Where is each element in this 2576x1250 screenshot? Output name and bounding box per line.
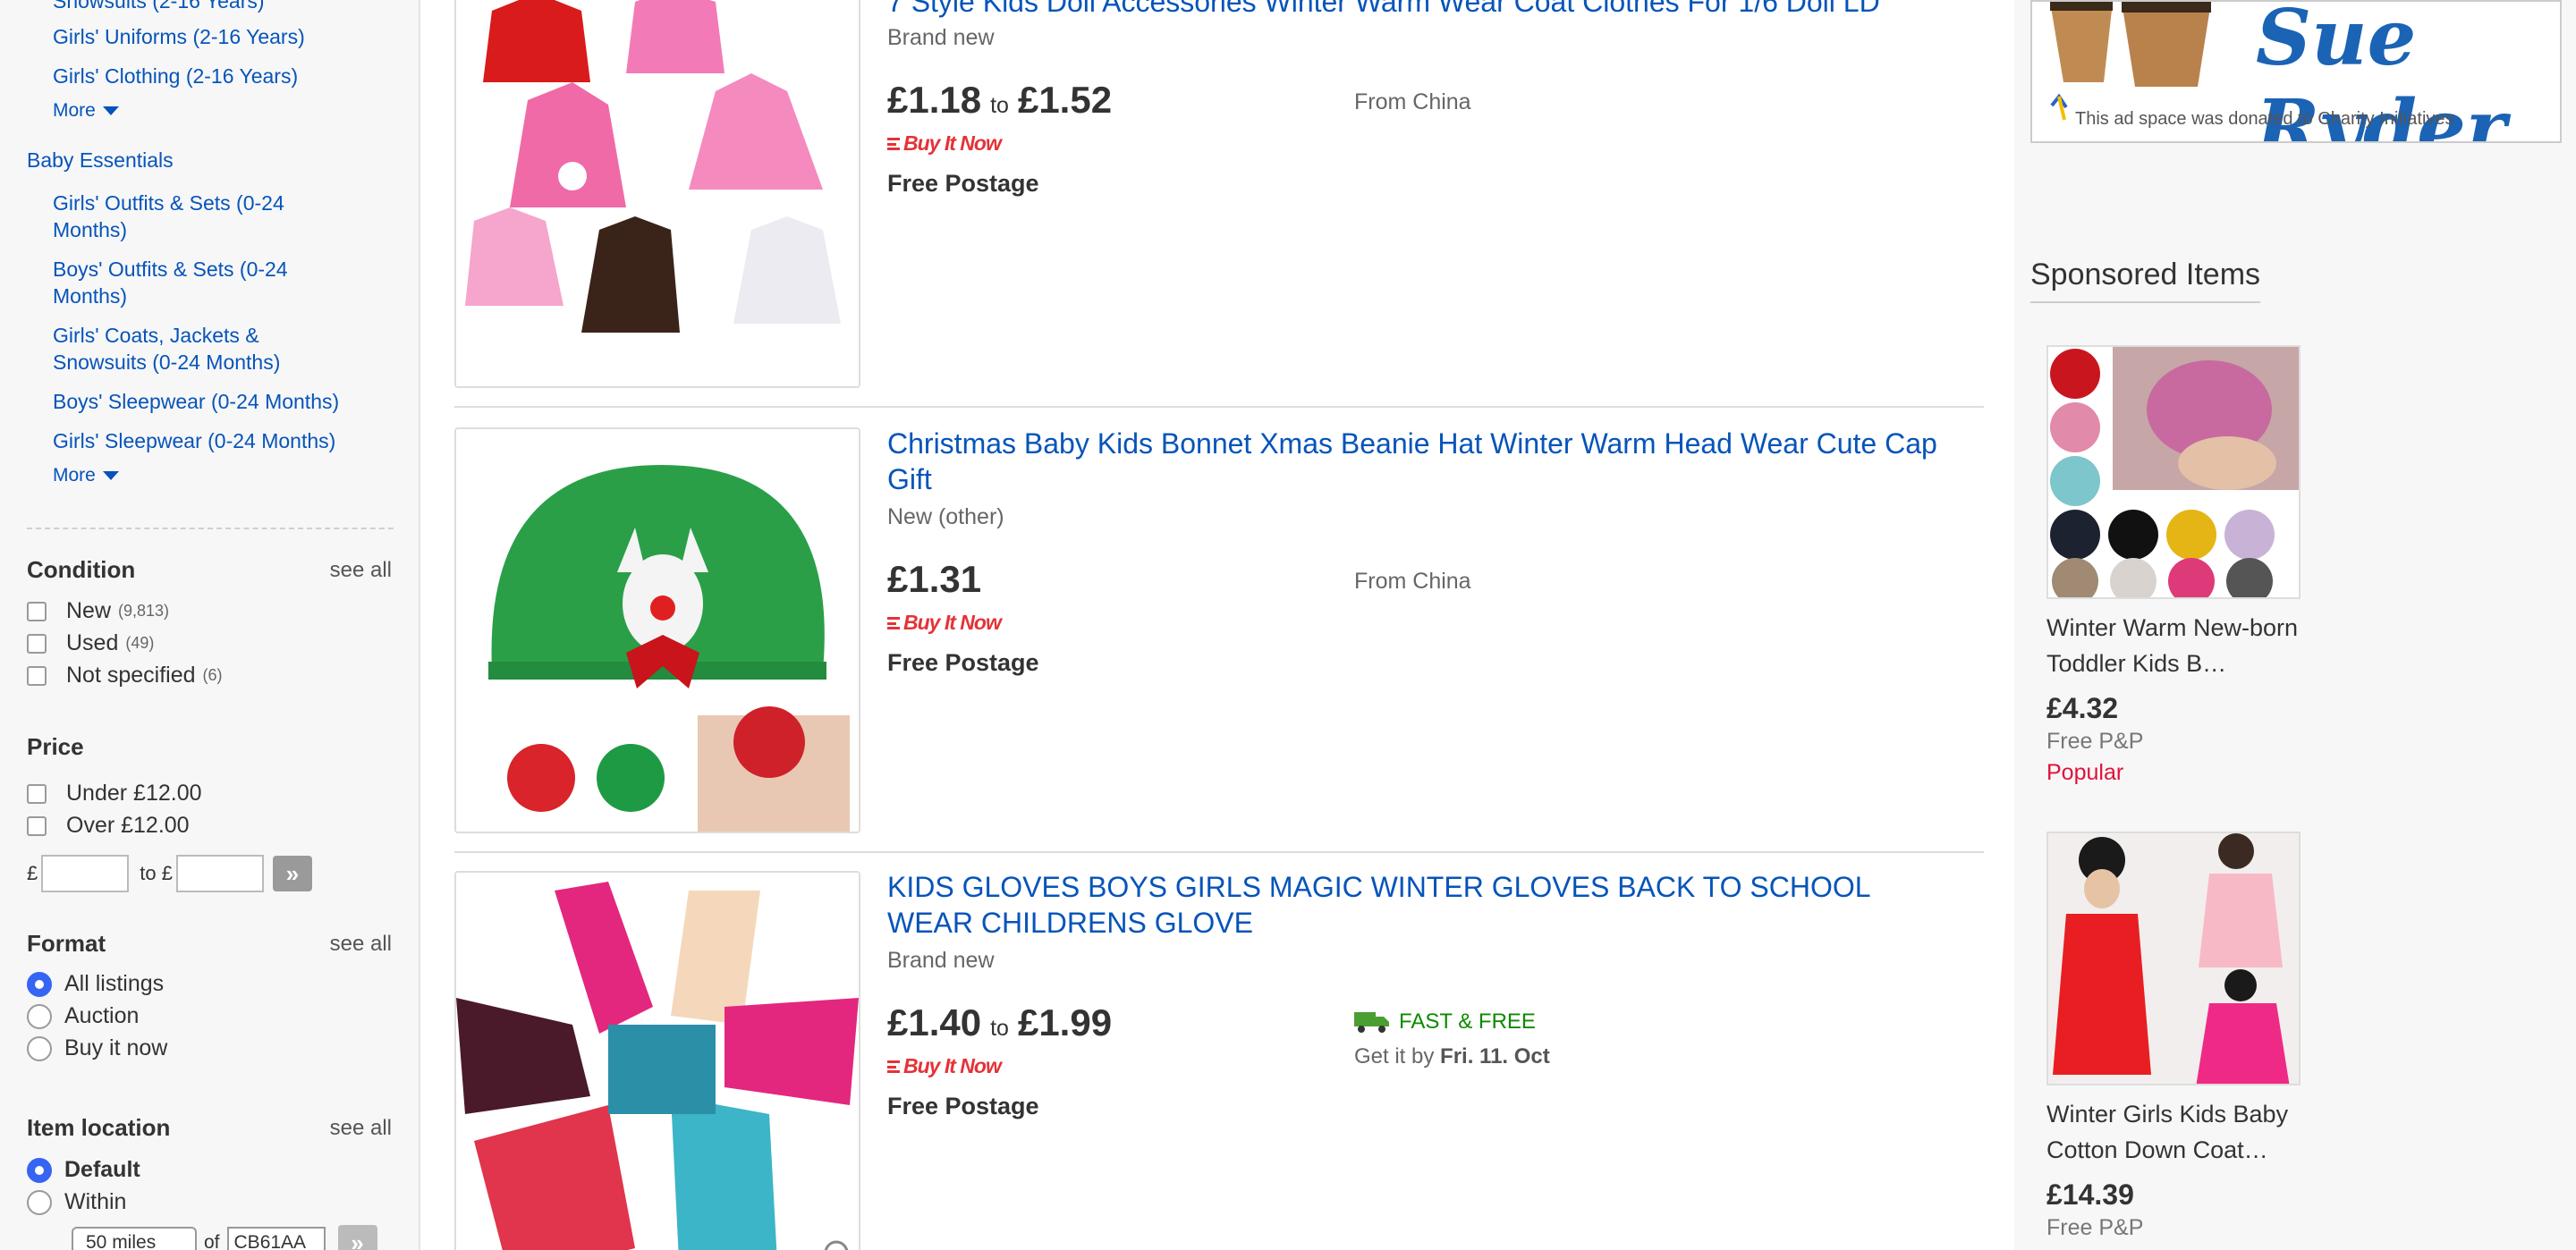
format-see-all-link[interactable]: see all bbox=[330, 932, 392, 957]
format-auction-radio[interactable]: Auction bbox=[27, 1003, 139, 1029]
sponsored-item-shipping: Free P&P bbox=[2046, 729, 2144, 754]
format-all-listings-radio[interactable]: All listings bbox=[27, 971, 164, 997]
girls-coat-image bbox=[2048, 833, 2299, 1084]
category-link-girls-sleepwear[interactable]: Girls' Sleepwear (0-24 Months) bbox=[53, 427, 357, 454]
category-link-girls-uniforms[interactable]: Girls' Uniforms (2-16 Years) bbox=[53, 23, 357, 50]
distance-select[interactable]: 50 miles bbox=[72, 1227, 197, 1250]
listing-condition: New (other) bbox=[887, 504, 1004, 529]
format-title: Format bbox=[27, 930, 106, 957]
listing-separator bbox=[454, 406, 1984, 408]
sponsored-item-price: £14.39 bbox=[2046, 1178, 2134, 1211]
category-link-boys-outfits[interactable]: Boys' Outfits & Sets (0-24 Months) bbox=[53, 256, 357, 309]
checkbox[interactable] bbox=[27, 665, 47, 686]
location-default-radio[interactable]: Default bbox=[27, 1157, 140, 1183]
listing-title-link[interactable]: KIDS GLOVES BOYS GIRLS MAGIC WINTER GLOV… bbox=[887, 869, 1961, 941]
sponsored-items-title: Sponsored Items bbox=[2030, 258, 2261, 303]
more-link[interactable]: More bbox=[53, 100, 119, 122]
sponsored-item-shipping: Free P&P bbox=[2046, 1215, 2144, 1240]
filter-sidebar: Snowsuits (2-16 Years) Girls' Uniforms (… bbox=[0, 0, 420, 1250]
buy-it-now-icon bbox=[887, 1060, 900, 1073]
buy-it-now-icon bbox=[887, 137, 900, 150]
price-submit-button[interactable]: » bbox=[272, 856, 312, 891]
location-within-radio[interactable]: Within bbox=[27, 1189, 126, 1215]
category-link-girls-clothing[interactable]: Girls' Clothing (2-16 Years) bbox=[53, 63, 357, 89]
christmas-hat-image bbox=[456, 429, 859, 832]
category-link-snowsuits[interactable]: Snowsuits (2-16 Years) bbox=[53, 0, 357, 14]
condition-new-checkbox[interactable]: New (9,813) bbox=[27, 598, 169, 624]
listing-price: £1.40 to £1.99 bbox=[887, 1001, 1113, 1043]
sponsored-item-title[interactable]: Winter Warm New-born Toddler Kids B… bbox=[2046, 610, 2315, 681]
turban-hats-image bbox=[2048, 347, 2299, 597]
radio[interactable] bbox=[27, 1157, 52, 1183]
condition-see-all-link[interactable]: see all bbox=[330, 558, 392, 583]
listing-condition: Brand new bbox=[887, 25, 995, 50]
more-link[interactable]: More bbox=[53, 465, 119, 486]
price-title: Price bbox=[27, 733, 84, 760]
listing-postage: Free Postage bbox=[887, 170, 1039, 197]
category-link-girls-coats[interactable]: Girls' Coats, Jackets & Snowsuits (0-24 … bbox=[53, 322, 357, 376]
buy-it-now-badge: Buy It Now bbox=[887, 131, 1002, 156]
price-under-checkbox[interactable]: Under £12.00 bbox=[27, 781, 202, 807]
listing-price: £1.18 to £1.52 bbox=[887, 79, 1113, 121]
kids-gloves-image bbox=[456, 873, 859, 1250]
buy-it-now-icon bbox=[887, 616, 900, 629]
min-price-input[interactable] bbox=[41, 855, 130, 892]
listing-origin: From China bbox=[1354, 89, 1471, 114]
price-over-checkbox[interactable]: Over £12.00 bbox=[27, 813, 190, 839]
checkbox[interactable] bbox=[27, 633, 47, 654]
fast-free-badge: FAST & FREE bbox=[1354, 1009, 1536, 1035]
listing-separator bbox=[454, 851, 1984, 853]
listing-image[interactable] bbox=[454, 871, 860, 1250]
location-submit-button[interactable]: » bbox=[337, 1225, 377, 1250]
doll-coats-image bbox=[456, 0, 859, 386]
condition-title: Condition bbox=[27, 556, 136, 583]
listing-origin: From China bbox=[1354, 569, 1471, 594]
postcode-input[interactable]: CB61AA bbox=[226, 1227, 326, 1250]
condition-not-specified-checkbox[interactable]: Not specified (6) bbox=[27, 663, 223, 688]
listing-image[interactable] bbox=[454, 427, 860, 833]
listing-title-link[interactable]: Christmas Baby Kids Bonnet Xmas Beanie H… bbox=[887, 426, 1961, 497]
sponsored-item-image[interactable] bbox=[2046, 832, 2301, 1085]
category-link-boys-sleepwear[interactable]: Boys' Sleepwear (0-24 Months) bbox=[53, 388, 357, 415]
sponsored-item-price: £4.32 bbox=[2046, 692, 2119, 724]
checkbox[interactable] bbox=[27, 783, 47, 804]
listing-title-link[interactable]: 7 Style Kids Doll Accessories Winter War… bbox=[887, 0, 1961, 20]
checkbox[interactable] bbox=[27, 601, 47, 621]
location-see-all-link[interactable]: see all bbox=[330, 1116, 392, 1141]
sponsored-item[interactable]: Winter Warm New-born Toddler Kids B… £4.… bbox=[2046, 345, 2315, 786]
price-range: £ to £ » bbox=[27, 855, 312, 892]
sponsored-item-title[interactable]: Winter Girls Kids Baby Cotton Down Coat… bbox=[2046, 1096, 2315, 1168]
condition-used-checkbox[interactable]: Used (49) bbox=[27, 630, 154, 656]
sponsored-item[interactable]: Winter Girls Kids Baby Cotton Down Coat…… bbox=[2046, 832, 2315, 1241]
radio[interactable] bbox=[27, 1003, 52, 1029]
ad-banner[interactable]: Sue Ryder This ad space was donated to C… bbox=[2030, 0, 2562, 143]
chevron-down-icon bbox=[102, 106, 119, 115]
category-link-girls-outfits[interactable]: Girls' Outfits & Sets (0-24 Months) bbox=[53, 190, 357, 243]
buy-it-now-badge: Buy It Now bbox=[887, 1054, 1002, 1078]
popular-badge: Popular bbox=[2046, 760, 2124, 785]
radio[interactable] bbox=[27, 1189, 52, 1215]
listing-postage: Free Postage bbox=[887, 1093, 1039, 1119]
delivery-estimate: Get it by Fri. 11. Oct bbox=[1354, 1044, 1550, 1068]
chevron-down-icon bbox=[102, 471, 119, 480]
location-within-row: 50 miles of CB61AA » bbox=[72, 1225, 377, 1250]
category-link-baby-essentials[interactable]: Baby Essentials bbox=[27, 148, 174, 173]
listing-image[interactable] bbox=[454, 0, 860, 388]
listing-price: £1.31 bbox=[887, 558, 982, 600]
format-buy-it-now-radio[interactable]: Buy it now bbox=[27, 1035, 167, 1061]
right-column: Sue Ryder This ad space was donated to C… bbox=[2014, 0, 2576, 1250]
sponsored-item-image[interactable] bbox=[2046, 345, 2301, 599]
radio[interactable] bbox=[27, 971, 52, 997]
item-location-title: Item location bbox=[27, 1114, 171, 1141]
checkbox[interactable] bbox=[27, 815, 47, 836]
divider bbox=[27, 528, 394, 529]
listing-condition: Brand new bbox=[887, 948, 995, 973]
delivery-truck-icon bbox=[1354, 1012, 1389, 1033]
ad-note: This ad space was donated to Charity Ini… bbox=[2075, 109, 2454, 129]
listing-postage: Free Postage bbox=[887, 649, 1039, 676]
buy-it-now-badge: Buy It Now bbox=[887, 611, 1002, 635]
radio[interactable] bbox=[27, 1035, 52, 1061]
max-price-input[interactable] bbox=[175, 855, 264, 892]
